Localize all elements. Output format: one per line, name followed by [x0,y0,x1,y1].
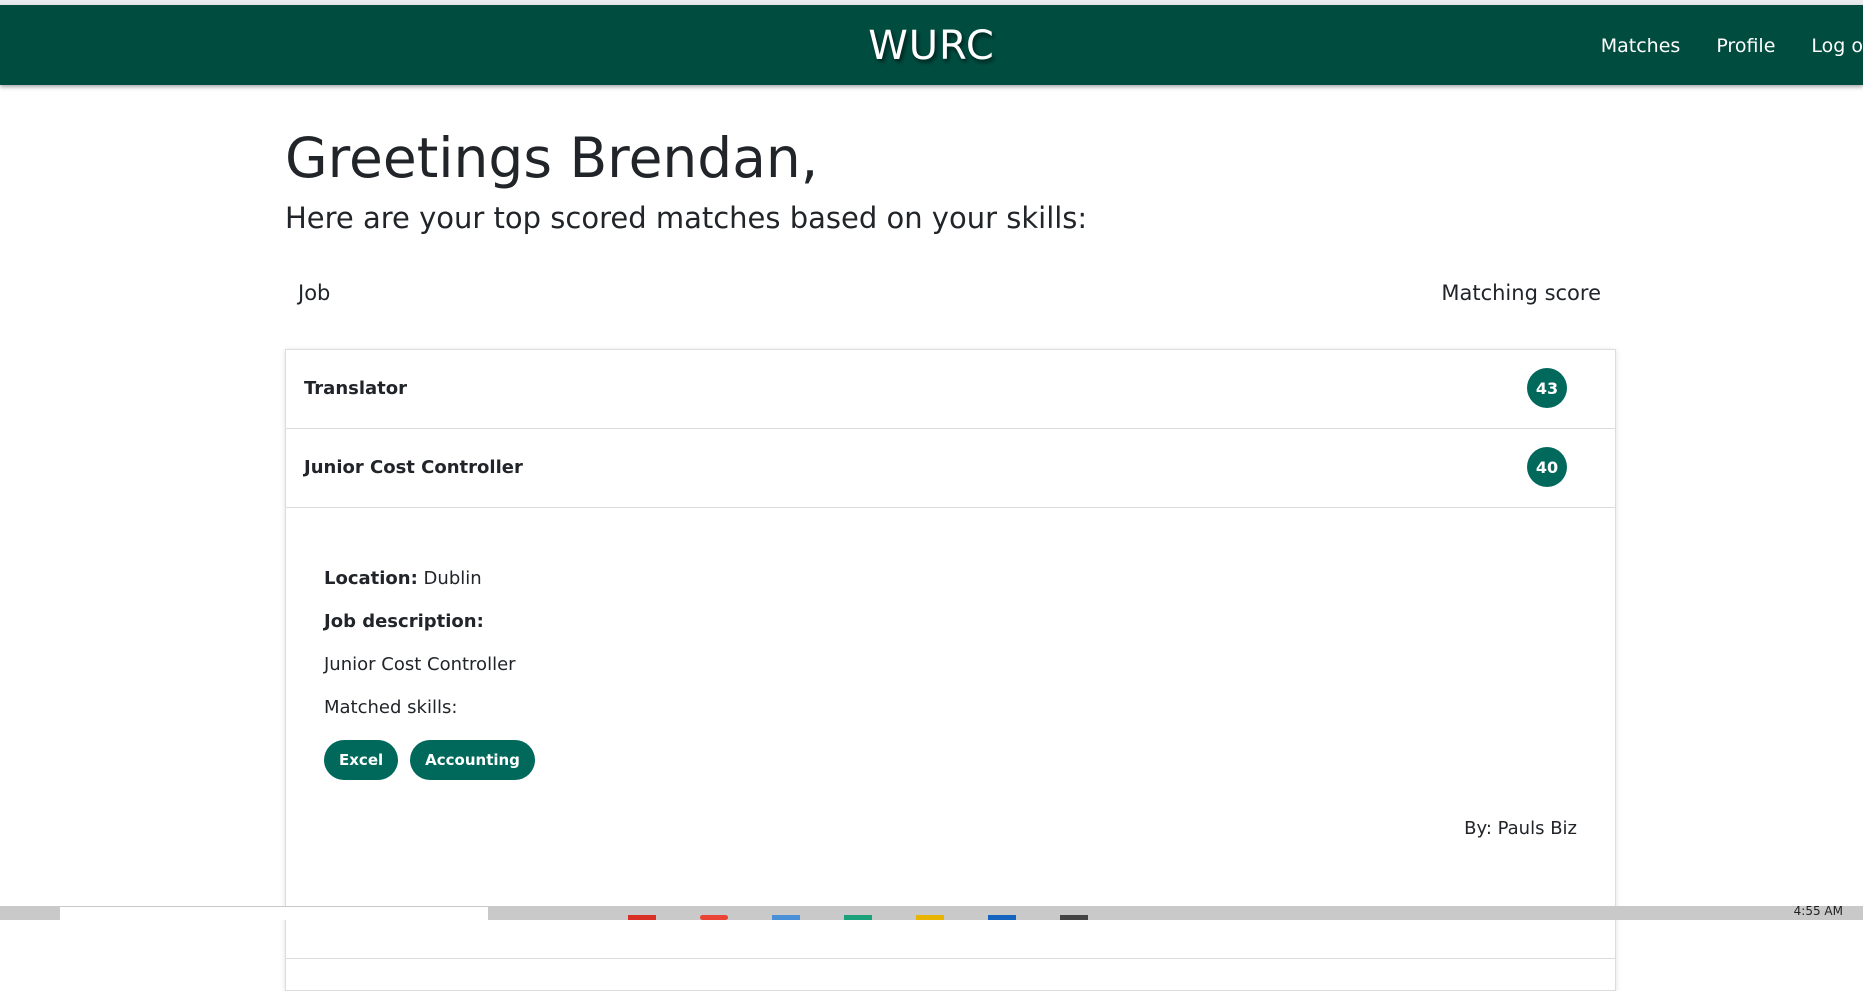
header-matching-score: Matching score [1441,281,1601,305]
app-icon[interactable] [628,915,656,920]
skill-chip-accounting[interactable]: Accounting [410,740,535,780]
taskbar-search-box[interactable] [60,907,488,920]
match-details-panel: Location: Dublin Job description: Junior… [286,508,1615,959]
app-icon[interactable] [772,915,800,920]
location-line: Location: Dublin [324,568,1577,589]
header-job: Job [298,281,331,305]
location-value: Dublin [423,568,482,589]
page-title: Greetings Brendan, [285,126,819,190]
job-description-text: Junior Cost Controller [324,654,516,675]
matches-list: Translator 43 Junior Cost Controller 40 … [285,349,1616,991]
matched-skills-label: Matched skills: [324,697,458,718]
location-label: Location: [324,568,418,589]
folder-icon[interactable] [916,915,944,920]
main-content: Greetings Brendan, Here are your top sco… [285,85,1616,991]
nav-link-logout[interactable]: Log o [1811,35,1863,57]
taskbar-apps [628,915,1088,920]
match-row-junior-cost-controller[interactable]: Junior Cost Controller 40 [286,429,1615,508]
os-taskbar: 4:55 AM [0,904,1863,920]
chrome-icon[interactable] [700,915,728,920]
page-subtitle: Here are your top scored matches based o… [285,201,1088,235]
skill-chips: Excel Accounting [324,740,1577,780]
score-badge: 43 [1527,368,1567,408]
match-title: Translator [304,378,408,399]
app-icon[interactable] [988,915,1016,920]
navbar: WURC Matches Profile Log o [0,5,1863,85]
posted-by: By: Pauls Biz [1464,818,1577,839]
app-icon[interactable] [1060,915,1088,920]
match-row-translator[interactable]: Translator 43 [286,350,1615,429]
table-header: Job Matching score [285,273,1614,313]
nav-link-profile[interactable]: Profile [1716,35,1775,57]
job-description-label: Job description: [324,611,484,632]
app-icon[interactable] [844,915,872,920]
match-title: Junior Cost Controller [304,457,523,478]
score-badge: 40 [1527,447,1567,487]
nav-link-matches[interactable]: Matches [1601,35,1681,57]
clock: 4:55 AM [1793,904,1843,918]
nav-links: Matches Profile Log o [1565,35,1863,57]
skill-chip-excel[interactable]: Excel [324,740,399,780]
